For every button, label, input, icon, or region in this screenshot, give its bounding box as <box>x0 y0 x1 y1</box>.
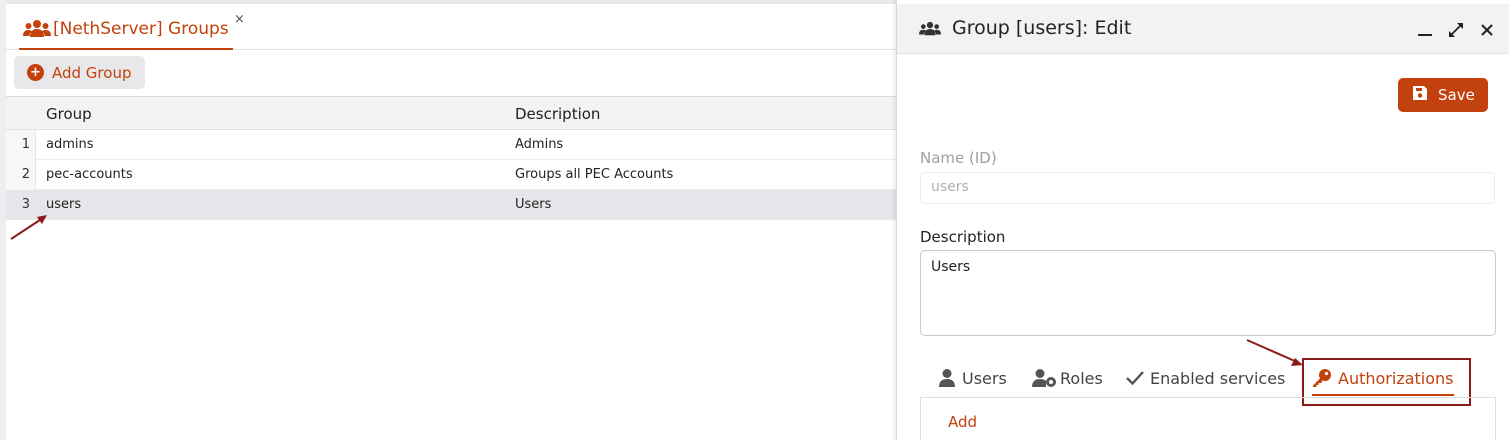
tab-nethserver-groups[interactable]: [NethServer] Groups <box>19 10 233 50</box>
cell-description: Users <box>515 197 552 212</box>
table-row[interactable]: 2 pec-accounts Groups all PEC Accounts <box>6 160 896 190</box>
save-button[interactable]: Save <box>1398 78 1488 112</box>
close-icon[interactable] <box>1477 20 1497 40</box>
annotation-arrow-icon <box>1246 339 1303 366</box>
row-number: 2 <box>6 160 36 190</box>
save-label: Save <box>1438 86 1475 104</box>
tab-users-label: Users <box>962 368 1007 388</box>
user-icon <box>938 368 956 388</box>
authorizations-panel: Add <box>920 397 1496 440</box>
row-number: 1 <box>6 130 36 160</box>
cell-description: Admins <box>515 137 564 152</box>
minimize-icon[interactable] <box>1415 20 1435 40</box>
maximize-icon[interactable] <box>1446 20 1466 40</box>
tab-strip: [NethServer] Groups × <box>6 4 896 50</box>
cell-group: users <box>46 197 82 212</box>
cell-group: admins <box>46 137 94 152</box>
tab-users[interactable]: Users <box>938 358 1007 398</box>
groups-table: Group Description 1 admins Admins 2 pec-… <box>6 96 896 220</box>
cell-description: Groups all PEC Accounts <box>515 167 674 182</box>
users-group-icon <box>23 17 51 41</box>
table-row[interactable]: 1 admins Admins <box>6 130 896 160</box>
add-group-button[interactable]: + Add Group <box>14 56 145 89</box>
name-id-label: Name (ID) <box>920 149 997 167</box>
table-header: Group Description <box>6 97 896 130</box>
description-label: Description <box>920 228 1006 246</box>
user-gear-icon <box>1032 368 1058 388</box>
table-row-selected[interactable]: 3 users Users <box>6 190 896 220</box>
panel-title: Group [users]: Edit <box>952 17 1132 39</box>
tab-roles-label: Roles <box>1060 368 1103 388</box>
description-field[interactable]: Users <box>920 250 1496 336</box>
users-group-icon <box>919 20 941 38</box>
column-header-group[interactable]: Group <box>46 105 92 123</box>
check-icon <box>1126 370 1144 386</box>
edit-group-panel: Group [users]: Edit Save Name (ID) users <box>896 0 1509 440</box>
tab-label: [NethServer] Groups <box>53 19 229 39</box>
close-tab-icon[interactable]: × <box>234 12 245 27</box>
column-header-description[interactable]: Description <box>515 105 600 123</box>
name-id-field: users <box>920 172 1495 204</box>
plus-circle-icon: + <box>27 64 44 81</box>
tab-enabled-services-label: Enabled services <box>1150 368 1286 388</box>
add-group-label: Add Group <box>52 63 132 82</box>
groups-list-pane: [NethServer] Groups × + Add Group Group … <box>0 0 896 440</box>
tab-roles[interactable]: Roles <box>1032 358 1103 398</box>
cell-group: pec-accounts <box>46 167 133 182</box>
annotation-arrow-icon <box>10 215 47 240</box>
toolbar: + Add Group <box>6 50 896 96</box>
add-authorization-link[interactable]: Add <box>948 413 977 431</box>
panel-header: Group [users]: Edit <box>897 4 1509 54</box>
save-icon <box>1412 85 1428 105</box>
